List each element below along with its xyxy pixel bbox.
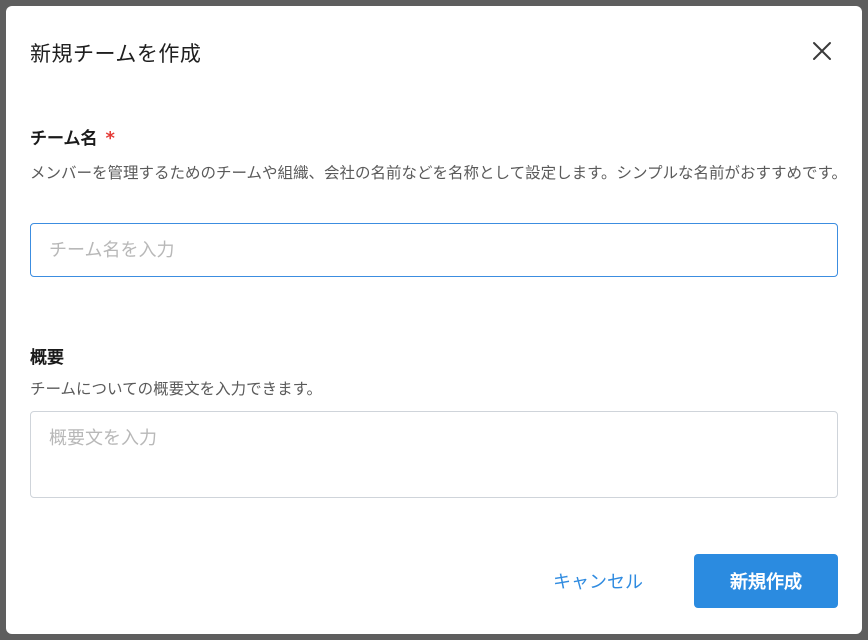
summary-help: チームについての概要文を入力できます。	[30, 380, 323, 398]
create-team-dialog: 新規チームを作成 チーム名 * メンバーを管理するためのチームや組織、会社の名前な…	[6, 6, 862, 634]
team-name-help: メンバーを管理するためのチームや組織、会社の名前などを名称として設定します。シン…	[30, 164, 848, 182]
create-button[interactable]: 新規作成	[694, 554, 838, 608]
close-button[interactable]	[810, 39, 834, 63]
summary-textarea[interactable]	[30, 411, 838, 498]
dialog-title: 新規チームを作成	[30, 42, 202, 66]
team-name-input[interactable]	[30, 223, 838, 277]
summary-label: 概要	[30, 348, 64, 368]
cancel-button[interactable]: キャンセル	[528, 554, 668, 608]
close-icon	[813, 42, 831, 60]
team-name-label-text: チーム名	[30, 129, 98, 149]
team-name-label: チーム名 *	[30, 124, 115, 149]
required-mark: *	[105, 128, 115, 149]
